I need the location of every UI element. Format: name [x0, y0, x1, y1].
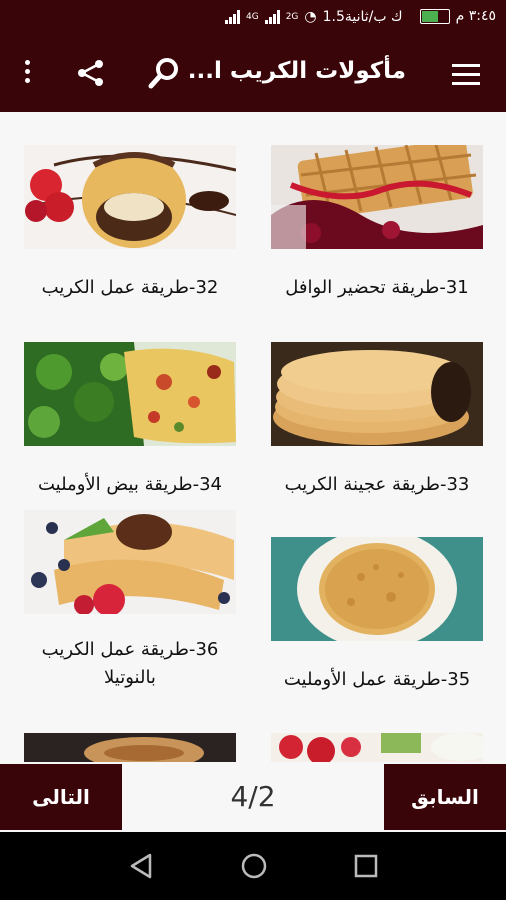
recipe-card-partial-left[interactable] [24, 733, 236, 762]
recipe-grid: 31-طريقة تحضير الوافل 32-طريقة عمل الكري… [0, 112, 506, 762]
recipe-card-33[interactable]: 33-طريقة عجينة الكريب [271, 342, 483, 500]
signal-4g-icon [225, 10, 240, 24]
strawberries-image [271, 733, 483, 762]
recipe-card-32[interactable]: 32-طريقة عمل الكريب [24, 145, 236, 303]
waffles-image [271, 145, 483, 249]
status-bar: ٣:٤٥ م 4G 2G ◔ 1.5ك ب/ثانية [0, 0, 506, 36]
recipe-card-34[interactable]: 34-طريقة بيض الأومليت [24, 342, 236, 500]
home-icon[interactable] [240, 852, 268, 884]
status-left: 4G 2G ◔ 1.5ك ب/ثانية [225, 9, 403, 25]
recipe-caption: 33-طريقة عجينة الكريب [284, 474, 470, 495]
menu-icon[interactable] [452, 64, 480, 86]
navigation-bar [0, 832, 506, 900]
more-vert-icon[interactable] [22, 60, 32, 88]
recipe-caption: 36-طريقة عمل الكريب بالنوتيلا [41, 639, 219, 688]
back-icon[interactable] [128, 852, 154, 884]
app-bar: مأكولات الكريب ا... [0, 36, 506, 112]
network-2g-label: 2G [285, 12, 299, 22]
recipe-card-partial-right[interactable] [271, 733, 483, 762]
signal-2g-icon [264, 10, 280, 24]
recipe-caption: 32-طريقة عمل الكريب [41, 277, 219, 298]
omelette-image [271, 537, 483, 641]
recipe-card-35[interactable]: 35-طريقة عمل الأومليت [271, 537, 483, 695]
crepe-partial-image [24, 733, 236, 762]
crepe-stack-image [271, 342, 483, 446]
clock: ٣:٤٥ م [455, 8, 496, 24]
recipe-caption: 31-طريقة تحضير الوافل [285, 277, 469, 298]
recipe-caption: 35-طريقة عمل الأومليت [283, 669, 471, 690]
pagination-bar: السابق 4/2 التالى [0, 762, 506, 832]
recipe-card-36[interactable]: 36-طريقة عمل الكريب بالنوتيلا [24, 510, 236, 692]
search-icon[interactable] [148, 56, 182, 90]
previous-button[interactable]: السابق [384, 764, 506, 830]
crepe-roll-image [24, 145, 236, 249]
next-button[interactable]: التالى [0, 764, 122, 830]
wifi-icon: ◔ [304, 9, 317, 25]
page-indicator: 4/2 [230, 780, 276, 813]
status-right: ٣:٤٥ م [419, 8, 496, 24]
network-4g-label: 4G [246, 12, 259, 22]
eggs-salad-image [24, 342, 236, 446]
recents-icon[interactable] [354, 854, 378, 882]
nutella-crepes-image [24, 510, 236, 614]
app-title: مأكولات الكريب ا... [187, 58, 406, 84]
share-icon[interactable] [76, 58, 106, 88]
data-speed: 1.5ك ب/ثانية [322, 9, 403, 25]
battery-icon [419, 8, 450, 24]
recipe-card-31[interactable]: 31-طريقة تحضير الوافل [271, 145, 483, 303]
recipe-caption: 34-طريقة بيض الأومليت [37, 474, 223, 495]
